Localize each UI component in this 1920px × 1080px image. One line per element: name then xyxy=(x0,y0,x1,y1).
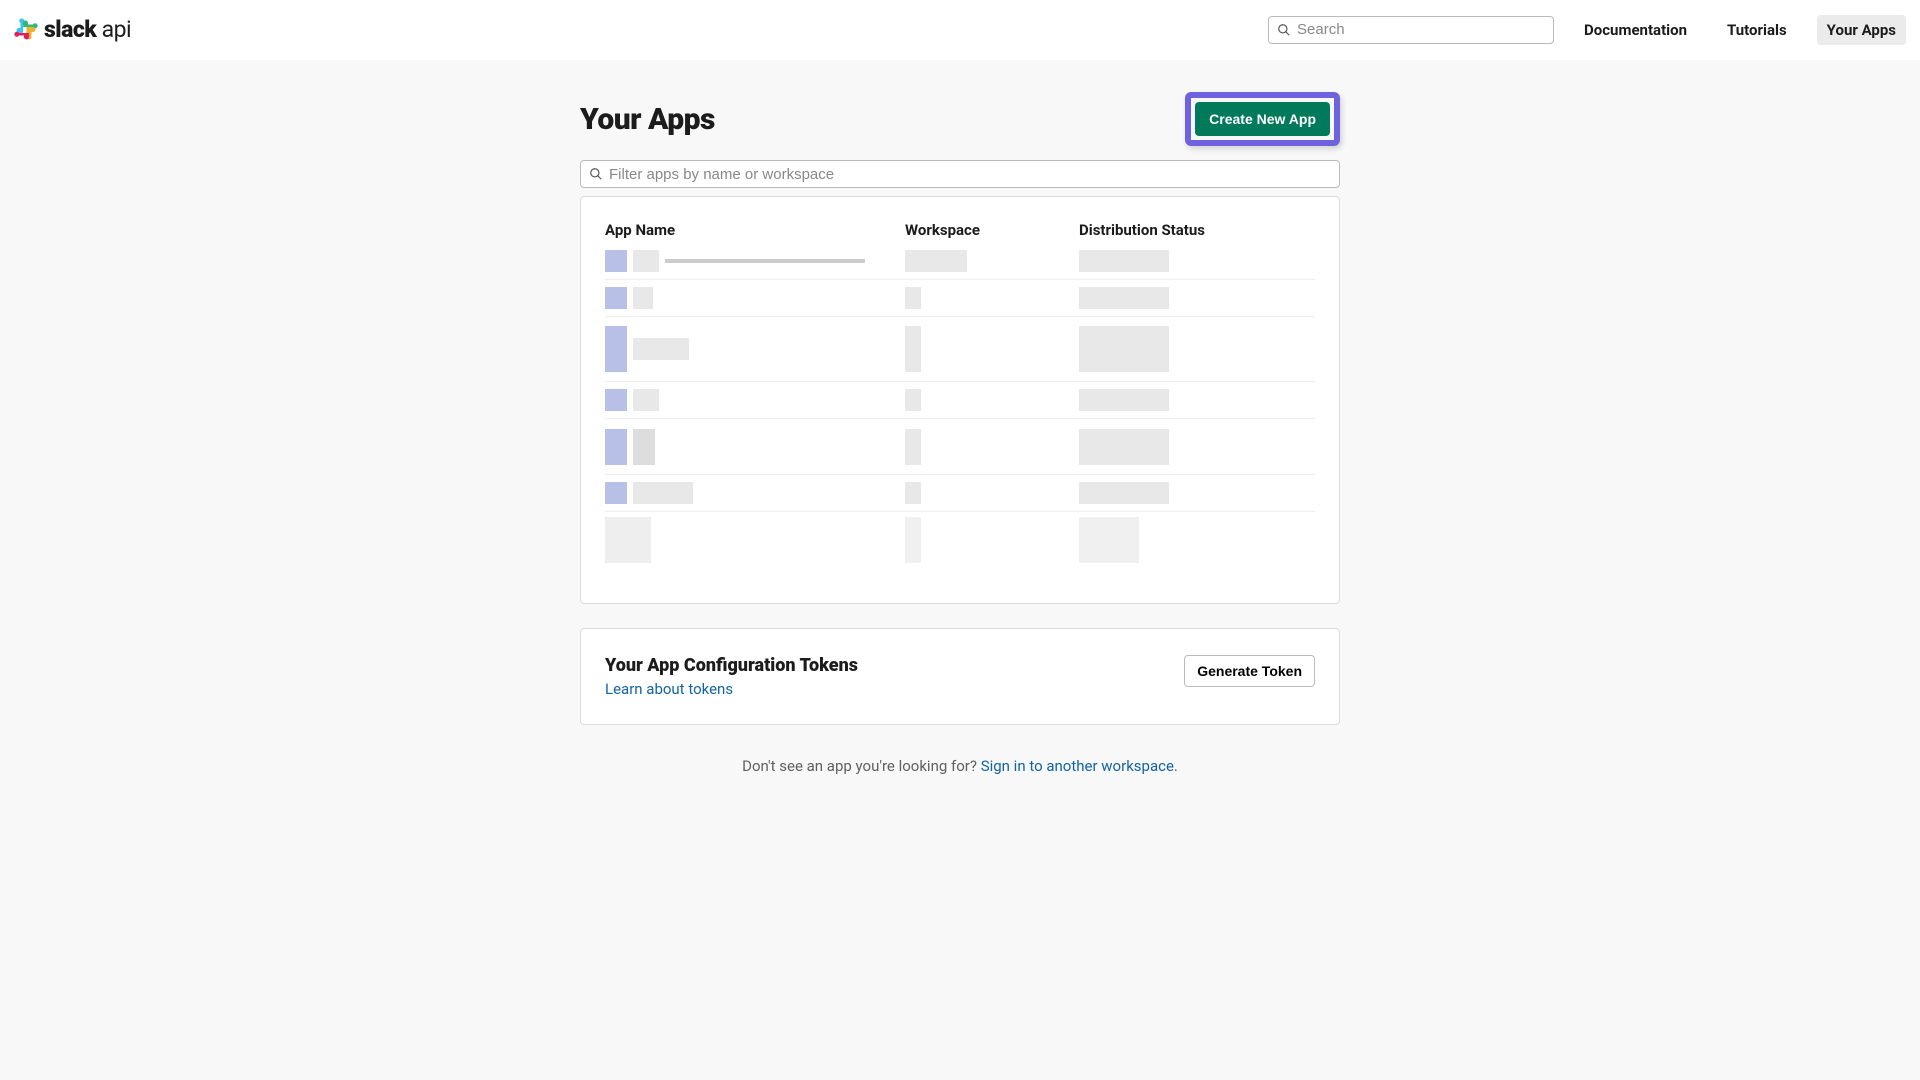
generate-token-button[interactable]: Generate Token xyxy=(1184,655,1315,687)
create-button-highlight: Create New App xyxy=(1185,92,1340,146)
footer-text: Don't see an app you're looking for? Sig… xyxy=(580,757,1340,775)
footer-text-static: Don't see an app you're looking for? xyxy=(742,757,981,775)
filter-search-icon xyxy=(589,167,603,181)
slack-logo-icon xyxy=(14,18,38,42)
tokens-title: Your App Configuration Tokens xyxy=(605,655,858,676)
table-row[interactable] xyxy=(605,317,1315,382)
apps-table-card: App Name Workspace Distribution Status xyxy=(580,196,1340,604)
redacted-app-list xyxy=(605,243,1315,589)
logo-text: slack api xyxy=(44,16,131,43)
table-row[interactable] xyxy=(605,475,1315,512)
tokens-card: Your App Configuration Tokens Learn abou… xyxy=(580,628,1340,725)
search-input[interactable] xyxy=(1297,21,1545,38)
table-row[interactable] xyxy=(605,419,1315,475)
logo-group[interactable]: slack api xyxy=(14,16,131,43)
title-row: Your Apps Create New App xyxy=(580,92,1340,146)
search-icon xyxy=(1277,23,1291,37)
tokens-text-group: Your App Configuration Tokens Learn abou… xyxy=(605,655,858,698)
filter-box[interactable] xyxy=(580,160,1340,188)
col-header-distribution: Distribution Status xyxy=(1079,221,1315,239)
col-header-app-name: App Name xyxy=(605,221,905,239)
table-row[interactable] xyxy=(605,243,1315,280)
content-container: Your Apps Create New App App Name Worksp… xyxy=(580,92,1340,775)
nav-your-apps[interactable]: Your Apps xyxy=(1817,15,1906,45)
logo-text-bold: slack xyxy=(44,16,96,43)
sign-in-another-workspace-link[interactable]: Sign in to another workspace. xyxy=(981,757,1178,775)
nav-documentation[interactable]: Documentation xyxy=(1574,15,1697,45)
nav-tutorials[interactable]: Tutorials xyxy=(1717,15,1797,45)
header-right: Documentation Tutorials Your Apps xyxy=(1268,15,1906,45)
top-header: slack api Documentation Tutorials Your A… xyxy=(0,0,1920,60)
main-area: Your Apps Create New App App Name Worksp… xyxy=(0,60,1920,1080)
logo-text-light: api xyxy=(96,16,131,43)
learn-about-tokens-link[interactable]: Learn about tokens xyxy=(605,680,858,698)
table-header: App Name Workspace Distribution Status xyxy=(605,221,1315,243)
table-row[interactable] xyxy=(605,512,1315,568)
search-box[interactable] xyxy=(1268,16,1554,44)
table-row[interactable] xyxy=(605,382,1315,419)
col-header-workspace: Workspace xyxy=(905,221,1079,239)
create-new-app-button[interactable]: Create New App xyxy=(1195,102,1330,136)
page-title: Your Apps xyxy=(580,102,715,137)
table-row[interactable] xyxy=(605,280,1315,317)
filter-input[interactable] xyxy=(609,166,1331,183)
